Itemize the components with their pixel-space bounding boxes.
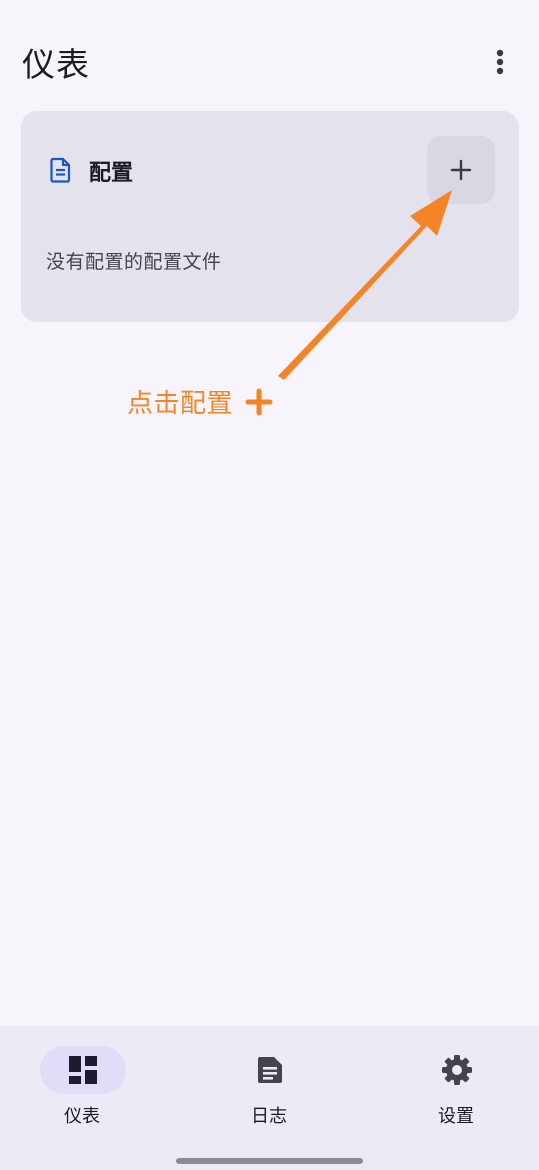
more-vert-icon xyxy=(496,49,504,75)
profiles-card: 配置 没有配置的配置文件 xyxy=(21,111,519,322)
plus-icon xyxy=(450,159,472,181)
dashboard-screen: 仪表 配置 没有配置的配置文件 点击配置 仪表 日志 设置 xyxy=(0,0,539,1170)
nav-item-dashboard[interactable]: 仪表 xyxy=(22,1046,142,1136)
nav-item-logs[interactable]: 日志 xyxy=(209,1046,329,1136)
plus-icon xyxy=(245,388,273,415)
nav-active-indicator xyxy=(40,1046,126,1094)
nav-label-settings: 设置 xyxy=(438,1106,474,1127)
more-options-button[interactable] xyxy=(480,40,520,84)
nav-pill-settings xyxy=(414,1046,500,1094)
nav-pill-logs xyxy=(227,1046,313,1094)
annotation-callout: 点击配置 xyxy=(127,383,273,420)
nav-label-logs: 日志 xyxy=(251,1106,287,1127)
log-icon xyxy=(258,1057,282,1083)
home-indicator xyxy=(176,1158,363,1164)
dashboard-icon xyxy=(69,1056,97,1084)
gear-icon xyxy=(442,1055,472,1085)
nav-label-dashboard: 仪表 xyxy=(64,1106,100,1127)
page-title: 仪表 xyxy=(22,45,90,84)
document-icon xyxy=(50,157,71,183)
annotation-text: 点击配置 xyxy=(127,389,234,419)
app-bar: 仪表 xyxy=(0,0,539,120)
profiles-title: 配置 xyxy=(89,161,134,186)
bottom-navigation: 仪表 日志 设置 xyxy=(0,1026,539,1170)
empty-profiles-message: 没有配置的配置文件 xyxy=(46,251,222,273)
nav-item-settings[interactable]: 设置 xyxy=(396,1046,516,1136)
add-profile-button[interactable] xyxy=(427,136,495,204)
